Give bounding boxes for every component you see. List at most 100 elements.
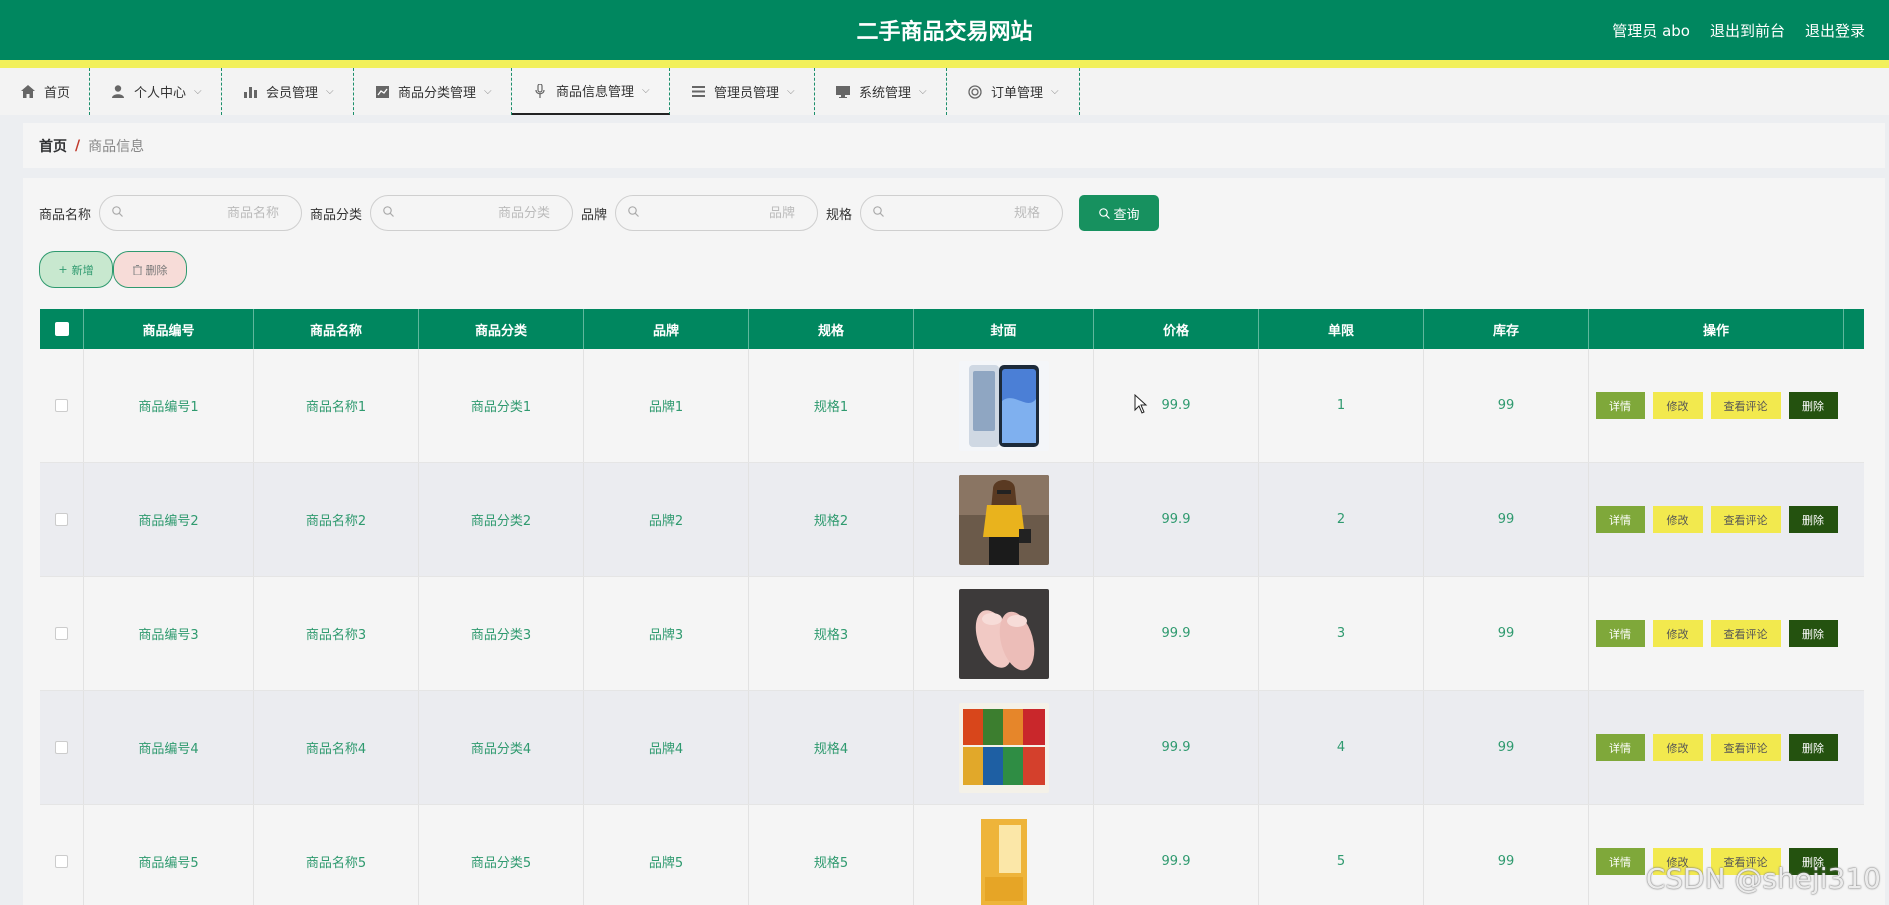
view-reviews-button[interactable]: 查看评论 — [1710, 734, 1781, 761]
circle-icon — [967, 84, 983, 100]
cell-stock: 99 — [1424, 691, 1589, 804]
cell-limit: 5 — [1259, 805, 1424, 905]
nav-label: 商品信息管理 — [556, 85, 635, 100]
user-icon — [110, 84, 126, 100]
nav-item-personal-center[interactable]: 个人中心 ⌵ — [90, 68, 222, 115]
nav-item-system-management[interactable]: 系统管理 ⌵ — [815, 68, 947, 115]
site-title: 二手商品交易网站 — [856, 20, 1033, 45]
chevron-down-icon: ⌵ — [1051, 86, 1059, 97]
delete-button[interactable]: 删除 — [1788, 392, 1838, 419]
trash-icon — [132, 264, 142, 275]
header-price: 价格 — [1094, 309, 1259, 349]
cell-code: 商品编号1 — [84, 349, 254, 462]
row-checkbox[interactable] — [55, 513, 68, 526]
row-checkbox[interactable] — [55, 627, 68, 640]
view-reviews-button[interactable]: 查看评论 — [1710, 506, 1781, 533]
cell-brand: 品牌2 — [584, 463, 749, 576]
breadcrumb-home[interactable]: 首页 — [39, 136, 67, 156]
cell-spec: 规格3 — [749, 577, 914, 690]
row-select-cell — [40, 463, 84, 576]
delete-button[interactable]: 删除 — [1788, 506, 1838, 533]
search-input-category[interactable] — [370, 195, 574, 231]
header-cover: 封面 — [914, 309, 1094, 349]
row-select-cell — [40, 349, 84, 462]
nav-label: 系统管理 — [859, 86, 912, 101]
row-checkbox[interactable] — [55, 741, 68, 754]
cell-category: 商品分类1 — [419, 349, 584, 462]
row-checkbox[interactable] — [55, 399, 68, 412]
cell-stock: 99 — [1424, 805, 1589, 905]
detail-button[interactable]: 详情 — [1595, 620, 1645, 647]
cell-name: 商品名称3 — [254, 577, 419, 690]
cell-cover — [914, 463, 1094, 576]
row-checkbox[interactable] — [55, 855, 68, 868]
nav-item-member-management[interactable]: 会员管理 ⌵ — [222, 68, 354, 115]
row-select-cell — [40, 805, 84, 905]
chevron-down-icon: ⌵ — [919, 86, 927, 97]
select-all-checkbox[interactable] — [54, 322, 69, 336]
cell-cover — [914, 349, 1094, 462]
cell-brand: 品牌1 — [584, 349, 749, 462]
breadcrumb: 首页 / 商品信息 — [23, 123, 1885, 168]
cell-price: 99.9 — [1094, 463, 1259, 576]
search-label-name: 商品名称 — [39, 207, 92, 223]
nav-item-category-management[interactable]: 商品分类管理 ⌵ — [354, 68, 512, 115]
edit-button[interactable]: 修改 — [1652, 392, 1703, 419]
nav-item-order-management[interactable]: 订单管理 ⌵ — [947, 68, 1080, 115]
nav-item-home[interactable]: 首页 — [0, 68, 90, 115]
edit-button[interactable]: 修改 — [1652, 506, 1703, 533]
cell-actions: 详情 修改 查看评论 删除 — [1589, 463, 1844, 576]
edit-button[interactable]: 修改 — [1652, 620, 1703, 647]
table-row: 商品编号1 商品名称1 商品分类1 品牌1 规格1 99.9 1 99 详情 修… — [40, 349, 1864, 463]
mouse-cursor-icon — [1134, 393, 1148, 414]
nav-label: 个人中心 — [134, 86, 187, 101]
cell-spec: 规格5 — [749, 805, 914, 905]
header-spec: 规格 — [749, 309, 914, 349]
view-reviews-button[interactable]: 查看评论 — [1710, 620, 1781, 647]
snack-packs-image — [958, 702, 1049, 793]
header-brand: 品牌 — [584, 309, 749, 349]
woman-yellow-top-image — [958, 474, 1049, 565]
admin-user-label[interactable]: 管理员 abo — [1612, 20, 1690, 41]
add-button[interactable]: + 新增 — [39, 251, 113, 288]
search-input-brand[interactable] — [615, 195, 819, 231]
name-field[interactable] — [129, 205, 280, 221]
cell-limit: 2 — [1259, 463, 1424, 576]
header-actions: 操作 — [1589, 309, 1844, 349]
header-stock: 库存 — [1424, 309, 1589, 349]
header-code: 商品编号 — [84, 309, 254, 349]
cell-name: 商品名称2 — [254, 463, 419, 576]
nav-item-product-info-management[interactable]: 商品信息管理 ⌵ — [512, 68, 670, 115]
detail-button[interactable]: 详情 — [1595, 734, 1645, 761]
nav-item-admin-management[interactable]: 管理员管理 ⌵ — [670, 68, 815, 115]
search-input-name[interactable] — [99, 195, 303, 231]
logout-link[interactable]: 退出登录 — [1805, 20, 1865, 41]
search-label-spec: 规格 — [826, 207, 853, 223]
spec-field[interactable] — [890, 205, 1041, 221]
watermark: CSDN @sheji310 — [1645, 862, 1881, 895]
header-links: 管理员 abo 退出到前台 退出登录 — [1612, 20, 1865, 41]
delete-button[interactable]: 删除 — [1788, 734, 1838, 761]
cell-name: 商品名称4 — [254, 691, 419, 804]
phone-image — [958, 360, 1049, 451]
batch-delete-button[interactable]: 删除 — [113, 251, 187, 288]
main-nav: 首页 个人中心 ⌵ 会员管理 ⌵ 商品分类管理 ⌵ 商品信息管理 ⌵ 管理员管理… — [0, 68, 1889, 115]
list-icon — [690, 84, 706, 100]
query-button[interactable]: 查询 — [1079, 195, 1160, 231]
detail-button[interactable]: 详情 — [1595, 506, 1645, 533]
delete-button[interactable]: 删除 — [1788, 620, 1838, 647]
header-accent-strip — [0, 60, 1889, 68]
detail-button[interactable]: 详情 — [1595, 848, 1645, 875]
cell-code: 商品编号3 — [84, 577, 254, 690]
nav-label: 商品分类管理 — [398, 86, 477, 101]
view-reviews-button[interactable]: 查看评论 — [1710, 392, 1781, 419]
exit-to-frontend-link[interactable]: 退出到前台 — [1710, 20, 1785, 41]
bar-chart-icon — [242, 84, 258, 100]
category-field[interactable] — [400, 205, 551, 221]
table-row: 商品编号5 商品名称5 商品分类5 品牌5 规格5 99.9 5 99 详情 修… — [40, 805, 1864, 905]
row-select-cell — [40, 577, 84, 690]
search-input-spec[interactable] — [860, 195, 1064, 231]
edit-button[interactable]: 修改 — [1652, 734, 1703, 761]
detail-button[interactable]: 详情 — [1595, 392, 1645, 419]
brand-field[interactable] — [645, 205, 796, 221]
